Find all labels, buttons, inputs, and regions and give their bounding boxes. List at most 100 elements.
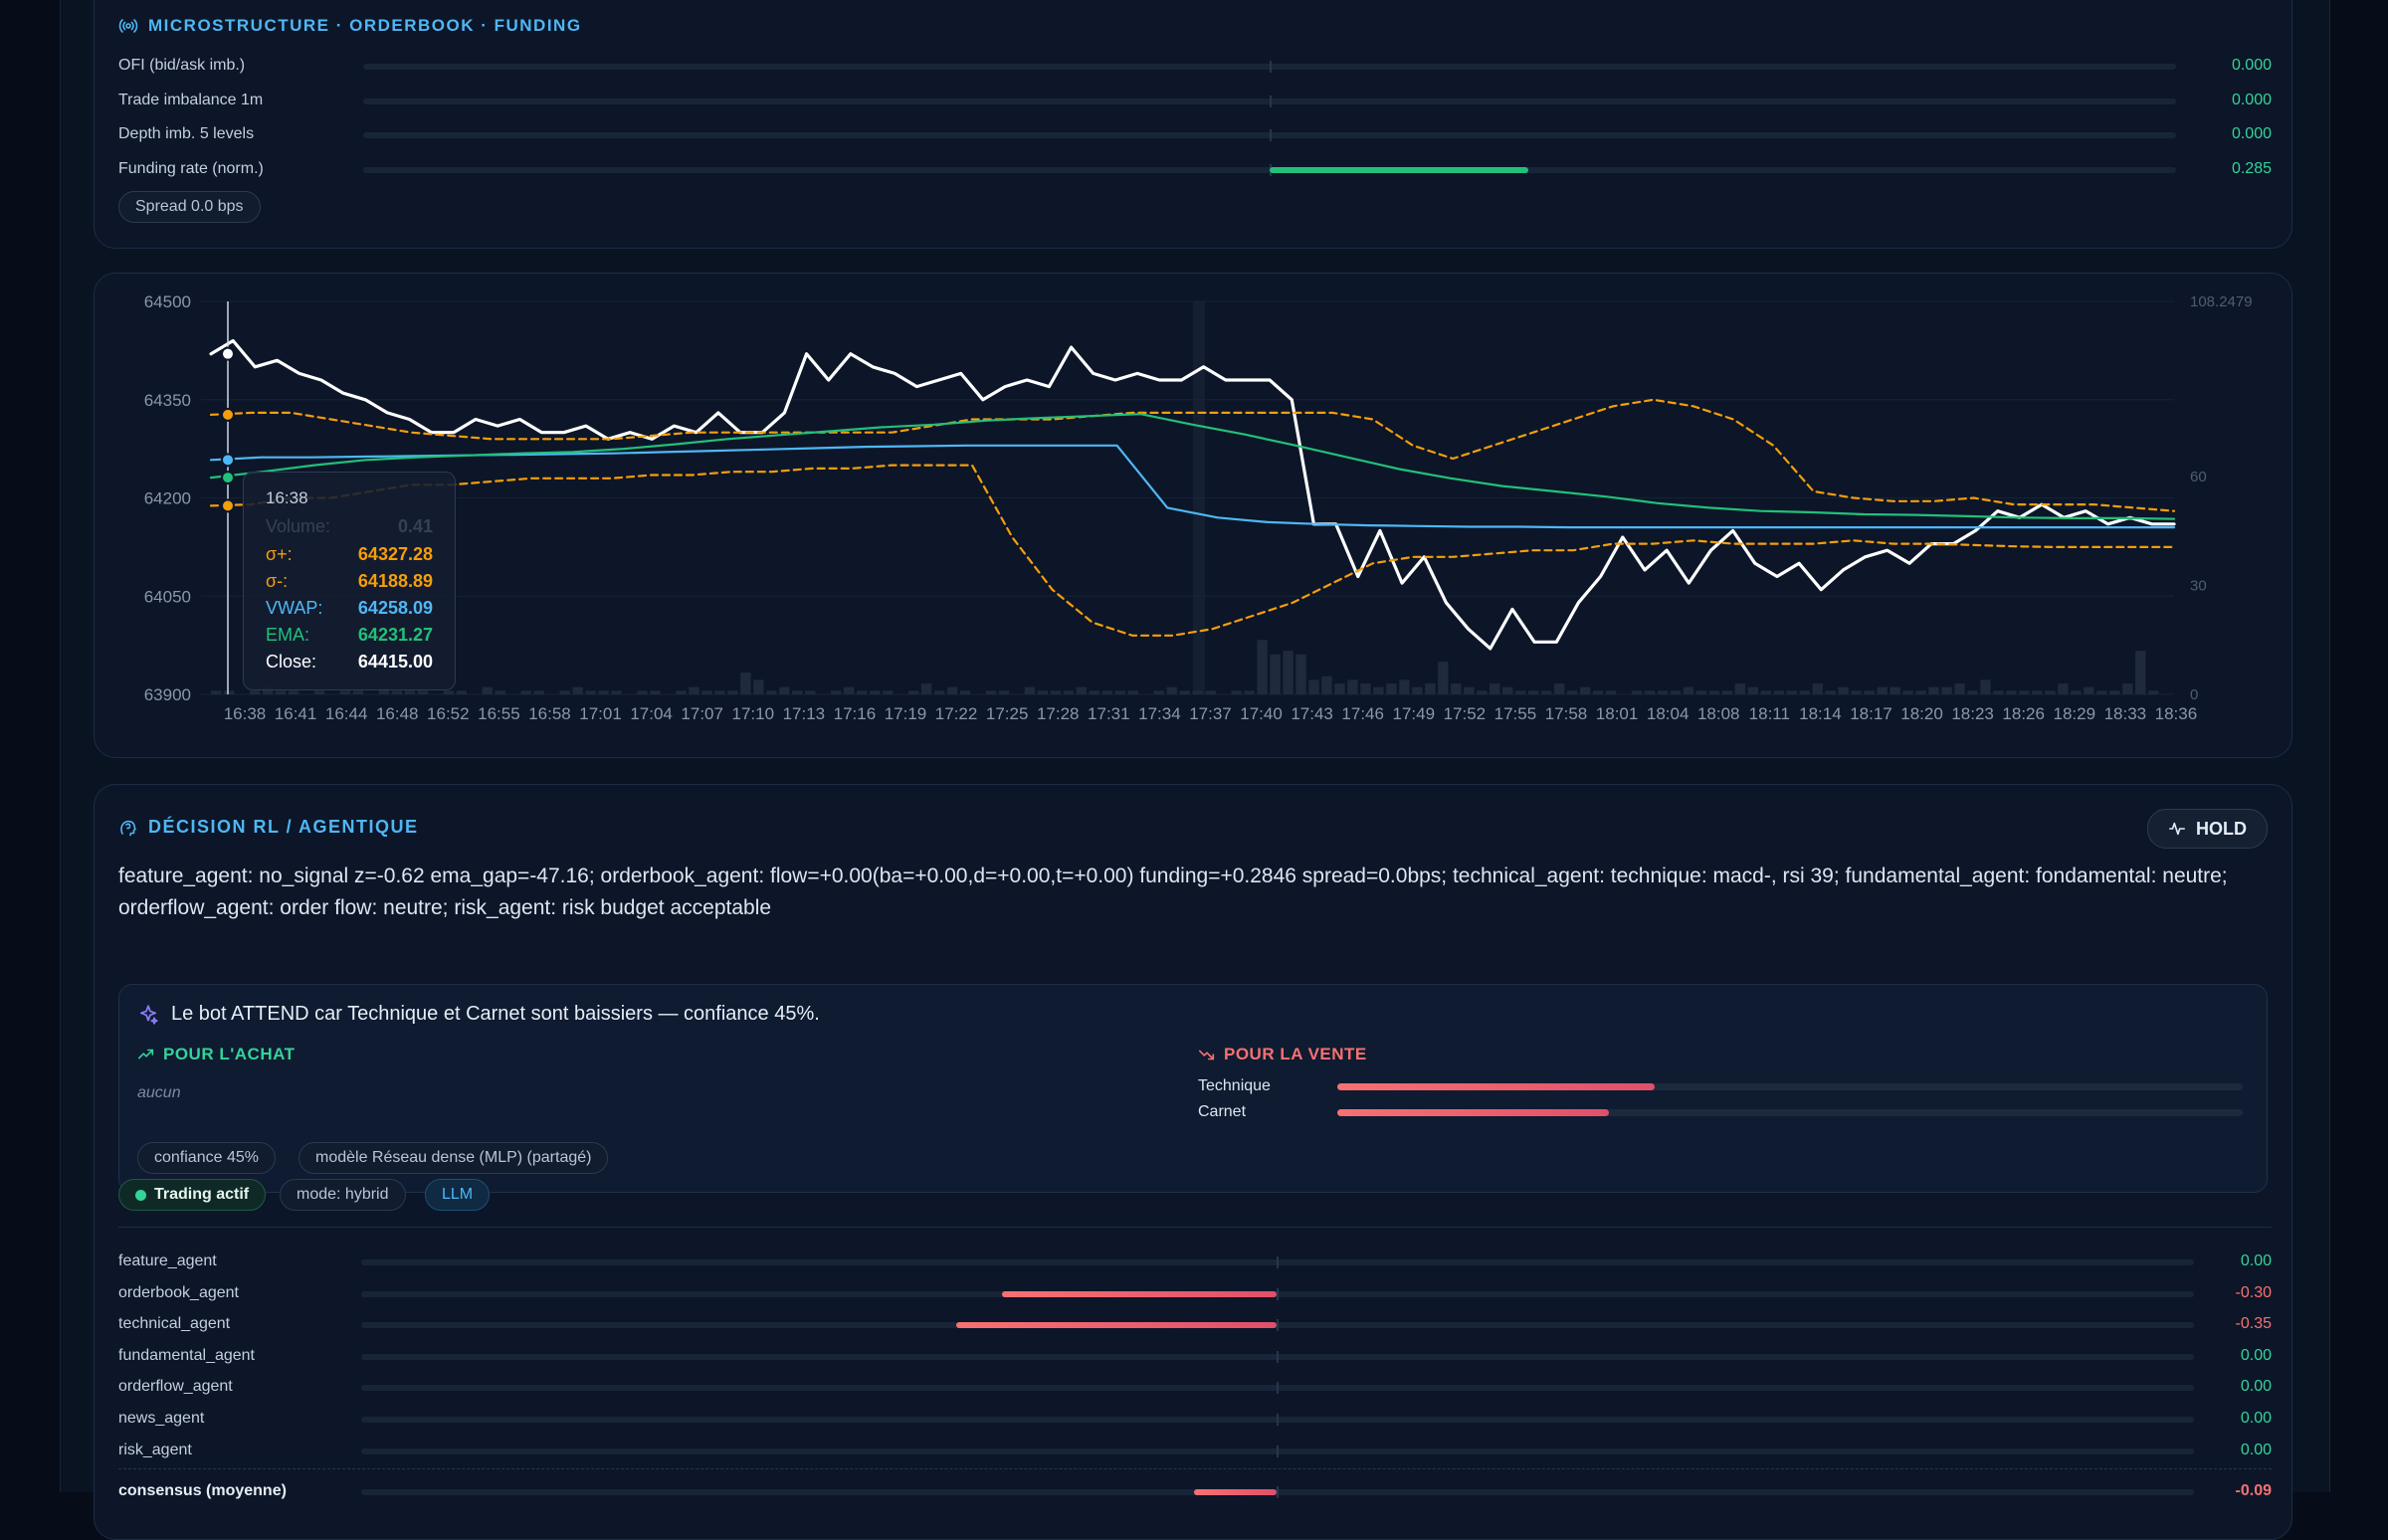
volume-bar [1967,690,1978,694]
volume-bar [1928,686,1939,694]
volume-bar [1347,679,1358,694]
volume-bar [1076,686,1088,694]
volume-bar [533,690,544,694]
x-tick-label: 17:49 [1392,704,1435,723]
volume-bar [1192,690,1203,694]
volume-bar [1683,686,1694,694]
agent-row: news_agent 0.00 [118,1409,2272,1431]
sell-section-title-text: POUR LA VENTE [1224,1045,1367,1063]
sell-reason-label: Carnet [1198,1103,1247,1120]
hold-action-text: HOLD [2196,818,2247,839]
volume-bar [417,690,429,694]
volume-bar [1864,690,1875,694]
tooltip-value: 64258.09 [357,598,433,618]
activity-icon [2168,822,2186,836]
agent-row: orderflow_agent 0.00 [118,1377,2272,1399]
volume-bar [844,686,855,694]
volume-bar [1502,686,1513,694]
volume-bar [482,686,493,694]
volume-bar [1089,690,1100,694]
agent-label: feature_agent [118,1252,217,1269]
series-line [209,413,2176,520]
volume-bar [1734,683,1746,694]
decision-title-text: DÉCISION RL / AGENTIQUE [148,817,419,837]
volume-bar [391,690,403,694]
volume-bar [1063,690,1075,694]
x-tick-label: 18:17 [1850,704,1892,723]
x-tick-label: 18:01 [1596,704,1639,723]
volume-bar [1101,690,1113,694]
sell-reason-fill [1337,1109,1609,1116]
sell-reason-label: Technique [1198,1077,1271,1094]
trading-active-pill[interactable]: Trading actif [118,1179,267,1211]
volume-bar [1592,690,1604,694]
agent-label: technical_agent [118,1315,231,1333]
volume-bar [1540,690,1552,694]
mode-pill-text: mode: hybrid [297,1186,389,1203]
consensus-label: consensus (moyenne) [118,1482,287,1499]
volume-bar [753,679,764,694]
x-tick-label: 17:22 [935,704,978,723]
x-tick-label: 17:58 [1545,704,1588,723]
consensus-center [1277,1486,1279,1498]
x-tick-label: 18:33 [2104,704,2147,723]
volume-bar [339,690,351,694]
volume-bar [2109,690,2120,694]
volume-bar [572,686,583,694]
agent-row: risk_agent 0.00 [118,1441,2272,1462]
volume-bar [1477,690,1488,694]
volume-bar [740,673,751,694]
volume-bar [1360,683,1371,694]
mode-pill[interactable]: mode: hybrid [280,1179,406,1211]
volume-bar [1412,686,1423,694]
volume-bar [1695,690,1707,694]
agent-score-track [361,1444,2194,1457]
agent-label: risk_agent [118,1441,192,1458]
agent-score-track [361,1256,2194,1268]
agent-row: feature_agent 0.00 [118,1251,2272,1273]
tooltip-label: σ+: [266,544,293,564]
x-tick-label: 18:29 [2053,704,2095,723]
volume-bar [1851,690,1862,694]
y-tick-label: 63900 [144,685,191,704]
x-tick-label: 17:13 [783,704,826,723]
volume-bar [520,690,531,694]
volume-bar [275,690,287,694]
volume-bar [352,690,364,694]
llm-pill-text: LLM [442,1186,474,1203]
llm-pill[interactable]: LLM [425,1179,491,1211]
tooltip-label: VWAP: [266,598,323,618]
tooltip-vwap-row: VWAP: 64258.09 [266,598,433,619]
trending-up-icon [137,1049,154,1059]
model-tag: modèle Réseau dense (MLP) (partagé) [298,1142,609,1174]
agent-row: orderbook_agent -0.30 [118,1283,2272,1305]
x-tick-label: 17:40 [1240,704,1283,723]
x-tick-label: 18:26 [2002,704,2045,723]
volume-bar [1708,690,1720,694]
volume-bar [792,690,803,694]
volume-bar [920,683,932,694]
model-tag-text: modèle Réseau dense (MLP) (partagé) [315,1149,592,1166]
agent-score-track [361,1287,2194,1300]
volume-bar [637,690,648,694]
x-tick-label: 17:46 [1341,704,1384,723]
hold-action-badge[interactable]: HOLD [2147,809,2268,849]
volume-bar [1270,654,1281,694]
volume-bar [1451,683,1462,694]
volume-bar [1153,690,1164,694]
agent-score-center [1277,1414,1279,1426]
agent-row: fundamental_agent 0.00 [118,1346,2272,1368]
volume-bar [1425,683,1436,694]
volume-bar [1747,686,1759,694]
volume-bar [650,690,661,694]
volume-bar [1566,690,1578,694]
crosshair-marker [221,453,235,468]
volume-bar [1721,690,1733,694]
volume-bar [1812,683,1823,694]
series-line [209,464,2176,637]
volume-bar [959,690,971,694]
agent-value: 0.00 [2240,1410,2272,1427]
x-tick-label: 18:14 [1799,704,1842,723]
tooltip-sigma-minus-row: σ-: 64188.89 [266,571,433,592]
volume-bar [869,690,881,694]
